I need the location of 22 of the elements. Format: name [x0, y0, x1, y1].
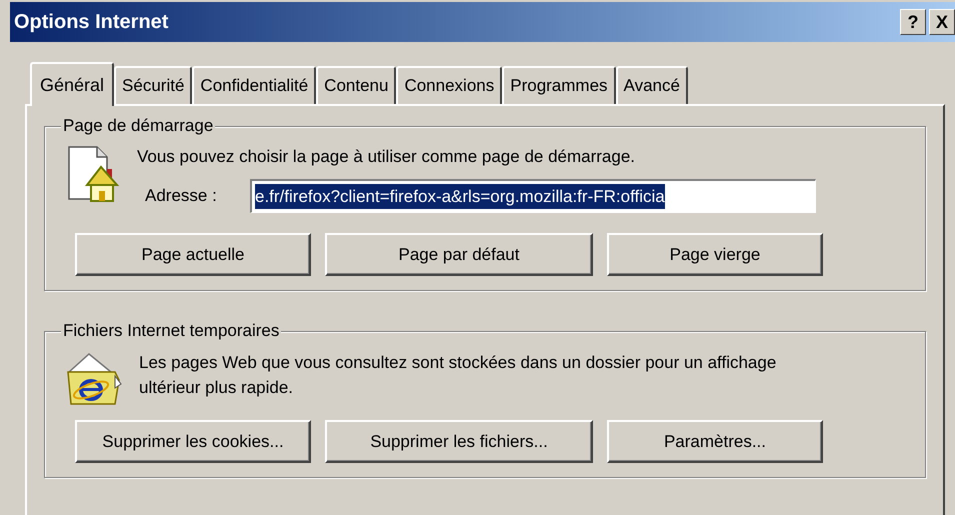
close-button[interactable]: X [929, 9, 955, 35]
startup-button[interactable]: Page par défaut [325, 233, 593, 276]
temp-files-button[interactable]: Paramètres... [607, 420, 823, 463]
startup-button[interactable]: Page actuelle [75, 233, 311, 276]
tab[interactable]: Programmes [502, 66, 616, 104]
tab[interactable]: Général [30, 62, 114, 106]
temp-files-description: Les pages Web que vous consultez sont stockées dans un dossier pour un affichage ultérieur plus rapide. [139, 352, 778, 399]
temp-files-button[interactable]: Supprimer les fichiers... [325, 420, 593, 463]
address-field[interactable]: e.fr/firefox?client=firefox-a&rls=org.mozilla:fr-FR:officia [250, 179, 816, 213]
address-label: Adresse : [144, 185, 218, 208]
help-button[interactable]: ? [900, 9, 926, 35]
tab[interactable]: Avancé [616, 66, 688, 104]
house-page-icon [67, 145, 119, 203]
startup-button[interactable]: Page vierge [607, 233, 823, 276]
startup-description: Vous pouvez choisir la page à utiliser comme page de démarrage. [137, 146, 636, 168]
window-title: Options Internet [14, 10, 168, 35]
tab[interactable]: Contenu [316, 66, 396, 104]
temp-files-button[interactable]: Supprimer les cookies... [75, 420, 311, 463]
tab[interactable]: Sécurité [114, 66, 192, 104]
tab[interactable]: Connexions [396, 66, 502, 104]
folder-globe-icon [65, 350, 123, 408]
tab[interactable]: Confidentialité [192, 66, 316, 104]
